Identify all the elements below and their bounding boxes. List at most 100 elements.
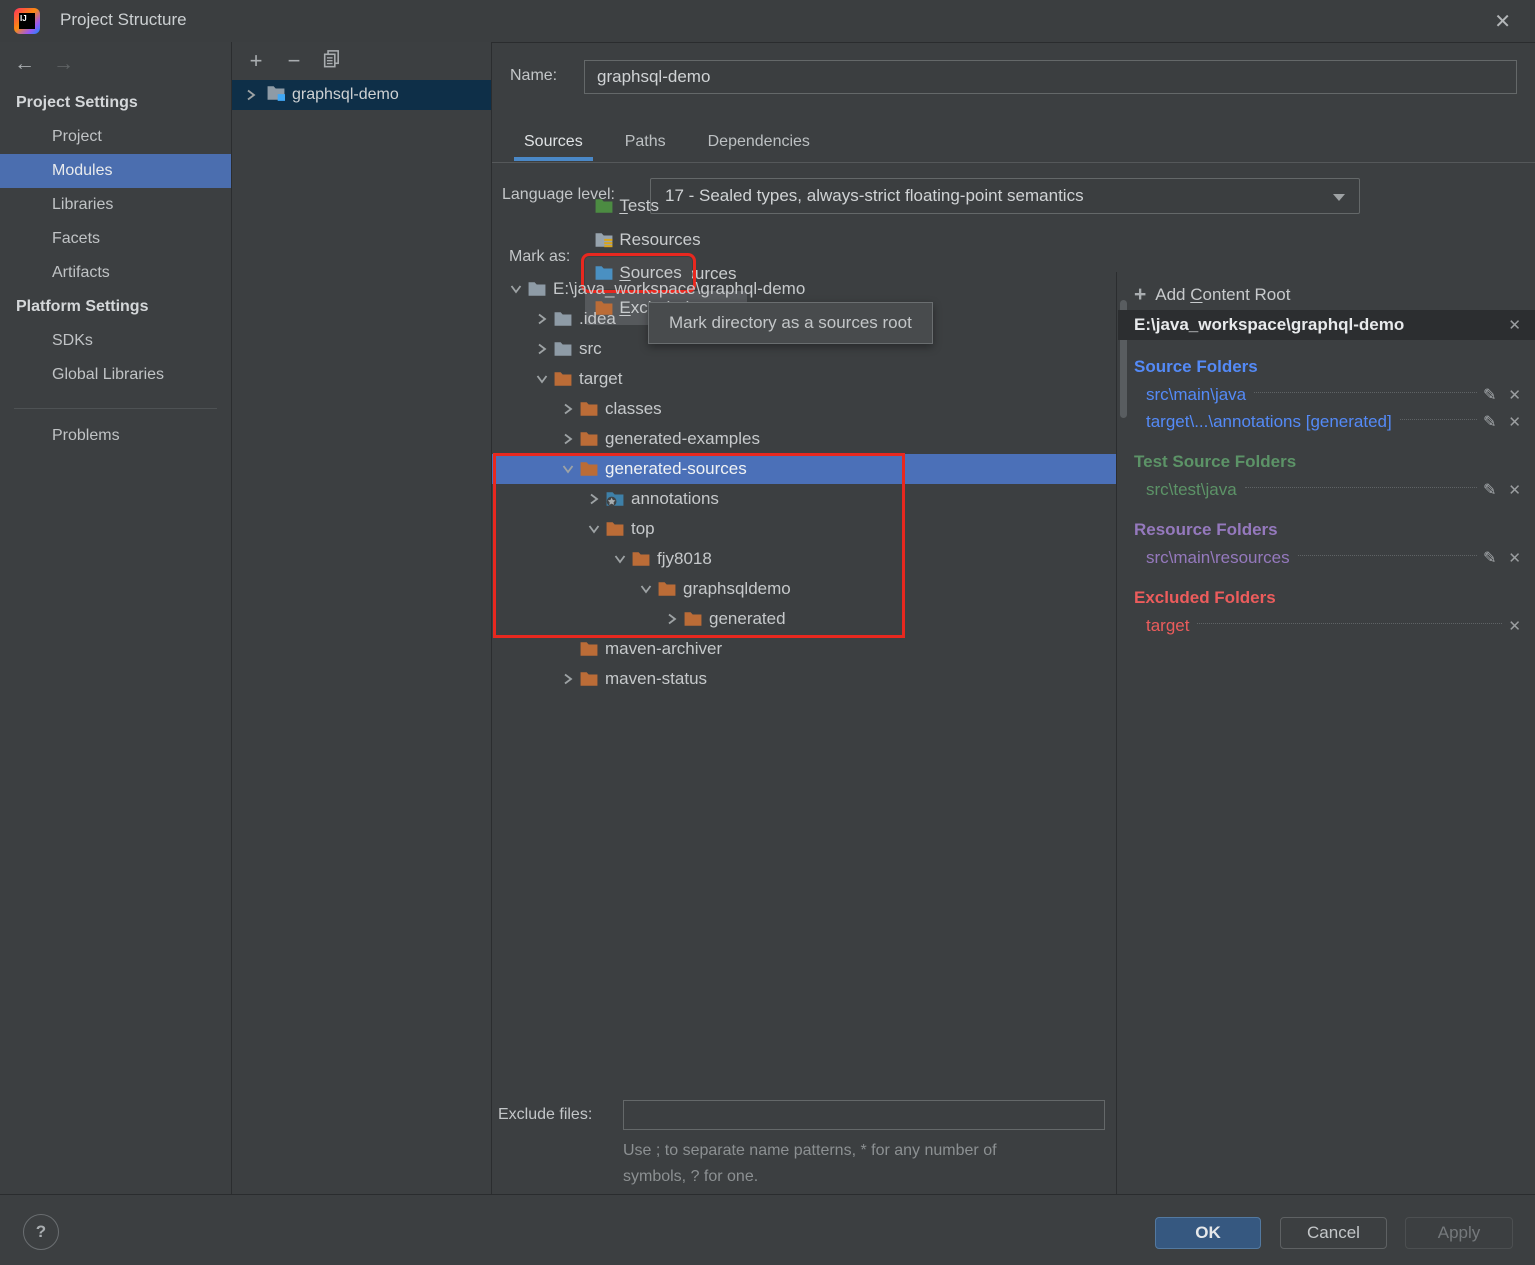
folder-orange-icon [684, 611, 702, 627]
folder-path-link[interactable]: src\main\java [1146, 385, 1246, 405]
mark-as-tests-button[interactable]: Tests [585, 189, 746, 223]
tree-row[interactable]: E:\java_workspace\graphql-demo [492, 274, 1116, 304]
folder-section-title: Resource Folders [1118, 516, 1535, 544]
mark-as-label: Mark as: [509, 248, 570, 266]
tree-item-label: generated-sources [605, 459, 747, 479]
content-roots-panel: + Add Content Root E:\java_workspace\gra… [1118, 272, 1535, 1194]
settings-sidebar: ← → Project SettingsProjectModulesLibrar… [0, 42, 232, 1194]
tree-row[interactable]: graphsqldemo [492, 574, 1116, 604]
chevron-right-icon[interactable] [582, 492, 606, 506]
ok-button[interactable]: OK [1155, 1217, 1261, 1249]
sidebar-item-facets[interactable]: Facets [0, 222, 231, 256]
remove-icon[interactable]: ✕ [1508, 481, 1521, 499]
folder-orange-icon [580, 671, 598, 687]
sidebar-item-artifacts[interactable]: Artifacts [0, 256, 231, 290]
tab-dependencies[interactable]: Dependencies [694, 127, 824, 161]
edit-icon[interactable]: ✎ [1483, 385, 1496, 405]
remove-icon[interactable]: ✕ [1508, 316, 1521, 334]
directory-tree: E:\java_workspace\graphql-demo.ideasrcta… [492, 272, 1117, 1194]
remove-icon[interactable]: ✕ [1508, 413, 1521, 431]
add-content-root-button[interactable]: + Add Content Root [1118, 280, 1535, 310]
plus-icon: + [1134, 283, 1146, 307]
tab-paths[interactable]: Paths [611, 127, 680, 161]
dotted-leader [1245, 487, 1477, 488]
tree-item-label: maven-status [605, 669, 707, 689]
chevron-right-icon[interactable] [556, 432, 580, 446]
sidebar-item-problems[interactable]: Problems [0, 419, 231, 453]
content-root-row[interactable]: E:\java_workspace\graphql-demo ✕ [1118, 310, 1535, 340]
tree-row[interactable]: target [492, 364, 1116, 394]
folder-orange-icon [580, 641, 598, 657]
folder-path-link[interactable]: src\test\java [1146, 480, 1237, 500]
mark-as-label-text: Tests [619, 196, 659, 216]
folder-section: Resource Folders src\main\resources ✎ ✕ [1118, 516, 1535, 571]
edit-icon[interactable]: ✎ [1483, 548, 1496, 568]
edit-icon[interactable]: ✎ [1483, 480, 1496, 500]
folder-section-title: Excluded Folders [1118, 584, 1535, 612]
chevron-down-icon[interactable] [634, 582, 658, 596]
exclude-files-input[interactable] [623, 1100, 1105, 1130]
language-level-select[interactable]: 17 - Sealed types, always-strict floatin… [650, 178, 1360, 214]
close-icon[interactable]: ✕ [1494, 9, 1511, 34]
content-root-path: E:\java_workspace\graphql-demo [1134, 315, 1404, 335]
forward-icon[interactable]: → [53, 52, 74, 76]
chevron-down-icon[interactable] [608, 552, 632, 566]
tree-row[interactable]: maven-archiver [492, 634, 1116, 664]
tree-row[interactable]: maven-status [492, 664, 1116, 694]
remove-icon[interactable]: ✕ [1508, 617, 1521, 635]
sidebar-item-sdks[interactable]: SDKs [0, 324, 231, 358]
edit-icon[interactable]: ✎ [1483, 412, 1496, 432]
modules-panel: + − graphsql-demo [232, 42, 492, 1194]
tree-item-label: annotations [631, 489, 719, 509]
exclude-files-hint: Use ; to separate name patterns, * for a… [623, 1138, 997, 1190]
folder-resources-icon [595, 232, 613, 248]
folder-orange-icon [580, 431, 598, 447]
remove-icon[interactable]: ✕ [1508, 549, 1521, 567]
chevron-down-icon[interactable] [582, 522, 606, 536]
tabs-divider [492, 162, 1535, 163]
mark-as-resources-button[interactable]: Resources [585, 223, 746, 257]
tree-row[interactable]: top [492, 514, 1116, 544]
chevron-right-icon[interactable] [660, 612, 684, 626]
add-icon[interactable]: + [246, 50, 266, 72]
back-icon[interactable]: ← [14, 52, 35, 76]
copy-icon[interactable] [322, 50, 342, 72]
tree-row[interactable]: classes [492, 394, 1116, 424]
chevron-right-icon[interactable] [556, 672, 580, 686]
tab-sources[interactable]: Sources [510, 127, 597, 161]
tree-row[interactable]: annotations [492, 484, 1116, 514]
exclude-files-label: Exclude files: [498, 1106, 592, 1124]
folder-gray-icon [554, 341, 572, 357]
module-name-input[interactable] [584, 60, 1517, 94]
remove-icon[interactable]: − [284, 50, 304, 72]
chevron-down-icon[interactable] [556, 462, 580, 476]
tree-row[interactable]: fjy8018 [492, 544, 1116, 574]
sidebar-divider [14, 408, 217, 409]
folder-section: Excluded Folders target ✕ [1118, 584, 1535, 639]
chevron-right-icon[interactable] [556, 402, 580, 416]
chevron-down-icon[interactable] [530, 372, 554, 386]
sidebar-item-modules[interactable]: Modules [0, 154, 231, 188]
folder-path-link[interactable]: target\...\annotations [generated] [1146, 412, 1392, 432]
sidebar-section-header: Platform Settings [0, 290, 231, 324]
sidebar-item-project[interactable]: Project [0, 120, 231, 154]
cancel-button[interactable]: Cancel [1280, 1217, 1387, 1249]
folder-path-link[interactable]: target [1146, 616, 1189, 636]
folder-orange-icon [606, 521, 624, 537]
tree-row[interactable]: generated [492, 604, 1116, 634]
chevron-right-icon[interactable] [530, 342, 554, 356]
help-button[interactable]: ? [23, 1214, 59, 1250]
module-list-item[interactable]: graphsql-demo [232, 80, 491, 110]
tree-row[interactable]: generated-examples [492, 424, 1116, 454]
folder-item: target ✕ [1118, 612, 1535, 639]
chevron-right-icon[interactable] [244, 88, 260, 102]
sidebar-item-libraries[interactable]: Libraries [0, 188, 231, 222]
chevron-down-icon[interactable] [504, 282, 528, 296]
folder-section-title: Test Source Folders [1118, 448, 1535, 476]
apply-button[interactable]: Apply [1405, 1217, 1513, 1249]
remove-icon[interactable]: ✕ [1508, 386, 1521, 404]
sidebar-item-global-libraries[interactable]: Global Libraries [0, 358, 231, 392]
folder-path-link[interactable]: src\main\resources [1146, 548, 1290, 568]
tree-row[interactable]: generated-sources [492, 454, 1116, 484]
chevron-right-icon[interactable] [530, 312, 554, 326]
